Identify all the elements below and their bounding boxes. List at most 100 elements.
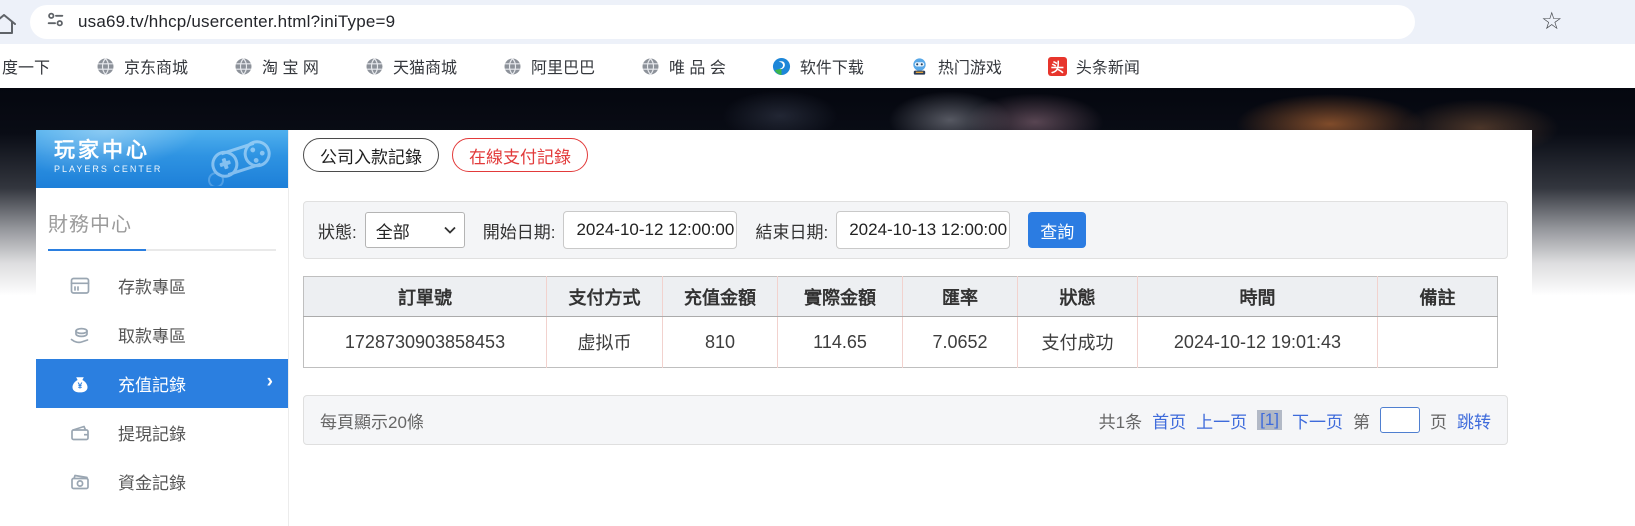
start-date-label: 開始日期: — [483, 218, 556, 243]
sidebar-item-funds-records[interactable]: 資金記錄 — [36, 457, 288, 506]
col-pay-method: 支付方式 — [547, 277, 663, 317]
status-select[interactable]: 全部 — [365, 212, 465, 248]
page-size-text: 每頁顯示20條 — [320, 408, 1099, 433]
bookmark-label: 度一下 — [2, 54, 50, 78]
current-page-indicator: [1] — [1257, 410, 1282, 430]
page-body: 玩家中心 PLAYERS CENTER — [0, 88, 1635, 526]
main-content: 公司入款記錄 在線支付記錄 狀態: 全部 開始日期: 2024-10-12 12… — [289, 130, 1532, 526]
bookmark-item-taobao[interactable]: 淘 宝 网 — [234, 54, 319, 78]
site-permissions-icon[interactable] — [46, 10, 65, 34]
recharge-icon: ¥ — [69, 373, 91, 395]
browser-window: usa69.tv/hhcp/usercenter.html?iniType=9 … — [0, 0, 1635, 526]
sidebar-item-deposit[interactable]: 存款專區 — [36, 261, 288, 310]
page-jump-input[interactable] — [1380, 407, 1420, 433]
cell-order-no: 1728730903858453 — [304, 317, 547, 368]
bookmark-item-baidu[interactable]: 度一下 — [2, 54, 50, 78]
col-status: 狀態 — [1018, 277, 1138, 317]
status-label: 狀態: — [318, 218, 357, 243]
sidebar-item-cashout-records[interactable]: 提現記錄 — [36, 408, 288, 457]
bookmark-item-software[interactable]: 软件下载 — [772, 54, 864, 78]
sidebar-section-title: 財務中心 — [48, 208, 288, 237]
col-actual-amount: 實際金額 — [778, 277, 903, 317]
record-tabs: 公司入款記錄 在線支付記錄 — [303, 138, 1508, 172]
bookmark-item-toutiao[interactable]: 头 头条新闻 — [1048, 54, 1140, 78]
col-exchange-rate: 匯率 — [903, 277, 1018, 317]
software-download-icon — [772, 57, 791, 76]
total-count-text: 共1条 — [1099, 408, 1142, 433]
start-date-input[interactable]: 2024-10-12 12:00:00 — [563, 211, 737, 249]
globe-icon — [365, 57, 384, 76]
bookmark-label: 热门游戏 — [938, 54, 1002, 78]
bookmark-label: 天猫商城 — [393, 54, 457, 78]
records-table: 訂單號 支付方式 充值金額 實際金額 匯率 狀態 時間 備註 172873090 — [303, 276, 1498, 368]
bookmark-star-icon[interactable]: ☆ — [1541, 6, 1563, 38]
chevron-down-icon — [444, 226, 456, 234]
sidebar-item-withdraw[interactable]: 取款專區 — [36, 310, 288, 359]
home-icon[interactable] — [0, 13, 17, 40]
bookmark-label: 头条新闻 — [1076, 54, 1140, 78]
table-header-row: 訂單號 支付方式 充值金額 實際金額 匯率 狀態 時間 備註 — [304, 277, 1498, 317]
sidebar-item-label: 充值記錄 — [118, 371, 186, 396]
cell-exchange-rate: 7.0652 — [903, 317, 1018, 368]
jump-prefix-text: 第 — [1353, 408, 1370, 433]
content-panel: 玩家中心 PLAYERS CENTER — [36, 130, 1532, 526]
gamepad-icon — [202, 132, 280, 188]
globe-icon — [234, 57, 253, 76]
browser-url-bar: usa69.tv/hhcp/usercenter.html?iniType=9 … — [0, 0, 1635, 44]
funds-icon — [69, 471, 91, 493]
section-divider — [48, 249, 276, 251]
sidebar-item-label: 取款專區 — [118, 322, 186, 347]
filter-bar: 狀態: 全部 開始日期: 2024-10-12 12:00:00 結束日期: 2… — [303, 201, 1508, 259]
url-pill[interactable]: usa69.tv/hhcp/usercenter.html?iniType=9 — [30, 5, 1415, 39]
pagination-controls: 共1条 首页 上一页 [1] 下一页 第 页 跳转 — [1099, 407, 1491, 433]
cell-status: 支付成功 — [1018, 317, 1138, 368]
cell-time: 2024-10-12 19:01:43 — [1138, 317, 1378, 368]
jump-suffix-text: 页 — [1430, 408, 1447, 433]
cell-recharge-amount: 810 — [663, 317, 778, 368]
col-time: 時間 — [1138, 277, 1378, 317]
end-date-input[interactable]: 2024-10-13 12:00:00 — [836, 211, 1010, 249]
bookmarks-bar: 度一下 京东商城 淘 宝 网 天猫商城 阿里巴巴 唯 品 会 软件下载 热门游 — [0, 44, 1635, 88]
cell-actual-amount: 114.65 — [778, 317, 903, 368]
svg-text:¥: ¥ — [78, 380, 83, 390]
status-select-value: 全部 — [376, 218, 410, 243]
bookmark-item-alibaba[interactable]: 阿里巴巴 — [503, 54, 595, 78]
chevron-right-icon: › — [267, 371, 273, 393]
cell-remark — [1378, 317, 1498, 368]
end-date-label: 結束日期: — [755, 218, 828, 243]
pagination-bar: 每頁顯示20條 共1条 首页 上一页 [1] 下一页 第 页 跳转 — [303, 395, 1508, 445]
toutiao-icon: 头 — [1048, 57, 1067, 76]
col-recharge-amount: 充值金額 — [663, 277, 778, 317]
bookmark-label: 京东商城 — [124, 54, 188, 78]
tab-online-payment-records[interactable]: 在線支付記錄 — [452, 138, 588, 172]
sidebar-item-label: 提現記錄 — [118, 420, 186, 445]
cashout-icon — [69, 422, 91, 444]
bookmark-label: 淘 宝 网 — [262, 54, 319, 78]
tab-company-deposit-records[interactable]: 公司入款記錄 — [303, 138, 439, 172]
withdraw-icon — [69, 324, 91, 346]
table-row: 1728730903858453 虚拟币 810 114.65 7.0652 支… — [304, 317, 1498, 368]
bookmark-label: 软件下载 — [800, 54, 864, 78]
sidebar-item-label: 存款專區 — [118, 273, 186, 298]
sidebar-item-label: 資金記錄 — [118, 469, 186, 494]
sidebar-item-recharge-records[interactable]: ¥ 充值記錄 › — [36, 359, 288, 408]
globe-icon — [503, 57, 522, 76]
first-page-link[interactable]: 首页 — [1152, 408, 1186, 433]
globe-icon — [96, 57, 115, 76]
prev-page-link[interactable]: 上一页 — [1196, 408, 1247, 433]
bookmark-item-tmall[interactable]: 天猫商城 — [365, 54, 457, 78]
query-button[interactable]: 查詢 — [1028, 212, 1086, 248]
next-page-link[interactable]: 下一页 — [1292, 408, 1343, 433]
cell-pay-method: 虚拟币 — [547, 317, 663, 368]
bookmark-item-vip[interactable]: 唯 品 会 — [641, 54, 726, 78]
deposit-icon — [69, 275, 91, 297]
url-text[interactable]: usa69.tv/hhcp/usercenter.html?iniType=9 — [78, 12, 395, 32]
globe-icon — [641, 57, 660, 76]
robot-icon — [910, 57, 929, 76]
sidebar-menu: 存款專區 取款專區 ¥ 充值記錄 › — [36, 261, 288, 506]
bookmark-item-games[interactable]: 热门游戏 — [910, 54, 1002, 78]
jump-button[interactable]: 跳转 — [1457, 408, 1491, 433]
bookmark-item-jd[interactable]: 京东商城 — [96, 54, 188, 78]
bookmark-label: 阿里巴巴 — [531, 54, 595, 78]
players-center-header: 玩家中心 PLAYERS CENTER — [36, 130, 288, 188]
